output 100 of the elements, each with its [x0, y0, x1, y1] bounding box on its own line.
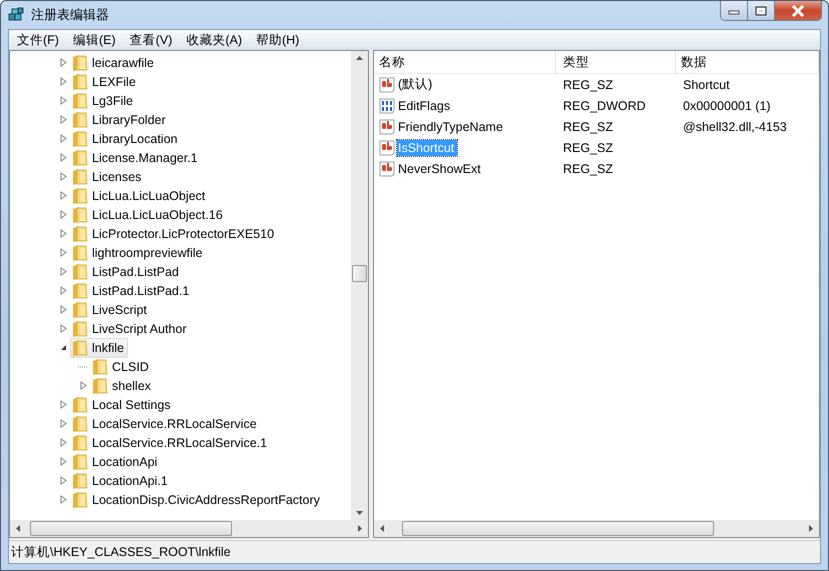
folder-icon	[72, 206, 88, 224]
tree-node[interactable]: LibraryLocation	[70, 128, 182, 148]
value-name[interactable]: NeverShowExt	[397, 160, 484, 176]
column-header[interactable]: 名称	[374, 51, 556, 73]
expand-arrow-icon[interactable]	[60, 153, 66, 162]
tree-node[interactable]: LicProtector.LicProtectorEXE510	[70, 224, 278, 244]
menu-item[interactable]: 文件(F)	[11, 32, 67, 48]
expand-arrow-icon[interactable]	[60, 115, 66, 124]
string-value-icon	[379, 160, 395, 176]
tree-node[interactable]: LocationApi	[70, 452, 162, 472]
table-cell-text: @shell32.dll,-4153	[682, 120, 788, 134]
tree-node[interactable]: lnkfile	[70, 338, 128, 358]
expand-arrow-icon[interactable]	[60, 457, 66, 466]
table-cell-text: REG_SZ	[562, 120, 614, 134]
menu-item[interactable]: 编辑(E)	[66, 32, 124, 48]
scroll-up-icon[interactable]	[356, 56, 363, 60]
tree-node[interactable]: Local Settings	[70, 394, 175, 414]
folder-icon	[72, 148, 88, 166]
folder-icon	[72, 168, 88, 186]
tree-node[interactable]: LiveScript	[70, 300, 151, 320]
scroll-thumb[interactable]	[402, 521, 714, 536]
tree-node[interactable]: LibraryFolder	[70, 110, 170, 130]
folder-icon	[72, 110, 88, 128]
expand-arrow-icon[interactable]	[60, 438, 66, 447]
tree-node[interactable]: LocationApi.1	[70, 470, 172, 490]
window-title: 注册表编辑器	[31, 6, 109, 24]
table-cell-text: REG_SZ	[562, 78, 614, 92]
tree-node[interactable]: LocalService.RRLocalService.1	[70, 432, 272, 452]
folder-icon	[72, 452, 88, 470]
expand-arrow-icon[interactable]	[60, 58, 66, 67]
expand-arrow-icon[interactable]	[60, 172, 66, 181]
tree-node[interactable]: ListPad.ListPad.1	[70, 280, 194, 300]
expand-arrow-icon[interactable]	[60, 305, 66, 314]
folder-icon	[72, 262, 88, 280]
expand-arrow-icon[interactable]	[60, 96, 66, 105]
tree-node[interactable]: LocationDisp.CivicAddressReportFactory	[70, 490, 324, 510]
expand-arrow-icon[interactable]	[60, 476, 66, 485]
horizontal-scrollbar[interactable]	[374, 520, 819, 537]
scroll-thumb[interactable]	[30, 521, 232, 536]
expand-arrow-icon[interactable]	[60, 210, 66, 219]
folder-icon	[72, 224, 88, 242]
vertical-scrollbar[interactable]	[351, 51, 368, 520]
tree-node[interactable]: LiveScript Author	[70, 318, 190, 338]
expand-arrow-icon[interactable]	[80, 381, 86, 390]
expand-arrow-icon[interactable]	[60, 229, 66, 238]
tree-node[interactable]: LicLua.LicLuaObject.16	[70, 204, 227, 224]
tree-node[interactable]: Lg3File	[70, 90, 137, 110]
string-value-icon	[379, 76, 395, 92]
expand-arrow-icon[interactable]	[60, 495, 66, 504]
tree-node[interactable]: CLSID	[90, 356, 153, 376]
maximize-icon	[755, 6, 767, 16]
folder-icon	[72, 396, 88, 414]
folder-icon	[72, 72, 88, 90]
collapse-arrow-icon[interactable]	[60, 344, 66, 351]
scroll-left-icon[interactable]	[16, 525, 20, 532]
value-name[interactable]: FriendlyTypeName	[397, 118, 506, 134]
folder-icon	[72, 490, 88, 508]
scroll-down-icon[interactable]	[356, 511, 363, 515]
folder-icon	[92, 376, 108, 394]
tree-node[interactable]: LicLua.LicLuaObject	[70, 186, 210, 206]
value-name[interactable]: EditFlags	[397, 98, 454, 114]
scroll-left-icon[interactable]	[380, 525, 384, 532]
column-header[interactable]: 类型	[556, 51, 676, 73]
expand-arrow-icon[interactable]	[60, 77, 66, 86]
expand-arrow-icon[interactable]	[60, 419, 66, 428]
expand-arrow-icon[interactable]	[60, 286, 66, 295]
expand-arrow-icon[interactable]	[60, 134, 66, 143]
table-cell-text: 0x00000001 (1)	[682, 98, 772, 112]
minimize-button[interactable]	[721, 1, 748, 20]
expand-arrow-icon[interactable]	[60, 248, 66, 257]
scroll-thumb[interactable]	[352, 265, 367, 282]
folder-icon	[72, 244, 88, 262]
tree-node[interactable]: Licenses	[70, 166, 146, 186]
expand-arrow-icon[interactable]	[60, 267, 66, 276]
menu-item[interactable]: 查看(V)	[124, 32, 180, 48]
tree-node[interactable]: shellex	[90, 376, 155, 396]
close-icon	[791, 4, 805, 16]
menu-item[interactable]: 帮助(H)	[250, 32, 308, 48]
tree-node[interactable]: leicarawfile	[70, 52, 158, 72]
tree-node[interactable]: LocalService.RRLocalService	[70, 414, 261, 434]
binary-value-icon	[379, 98, 395, 114]
expand-arrow-icon[interactable]	[60, 191, 66, 200]
expand-arrow-icon[interactable]	[60, 324, 66, 333]
column-header[interactable]: 数据	[676, 51, 819, 73]
tree-node[interactable]: ListPad.ListPad	[70, 262, 183, 282]
value-name[interactable]: (默认)	[397, 75, 436, 94]
horizontal-scrollbar[interactable]	[10, 520, 368, 537]
scroll-right-icon[interactable]	[358, 525, 362, 532]
table-cell-text: Shortcut	[682, 78, 731, 92]
tree-node[interactable]: LEXFile	[70, 72, 140, 92]
scroll-right-icon[interactable]	[809, 525, 813, 532]
table-cell-text: REG_SZ	[562, 162, 614, 176]
status-path: 计算机\HKEY_CLASSES_ROOT\lnkfile	[11, 544, 231, 560]
maximize-button[interactable]	[748, 1, 775, 20]
close-button[interactable]	[775, 1, 821, 20]
folder-icon	[72, 434, 88, 452]
tree-node[interactable]: License.Manager.1	[70, 148, 202, 168]
tree-node[interactable]: lightroompreviewfile	[70, 242, 206, 262]
expand-arrow-icon[interactable]	[60, 400, 66, 409]
menu-item[interactable]: 收藏夹(A)	[180, 32, 250, 48]
